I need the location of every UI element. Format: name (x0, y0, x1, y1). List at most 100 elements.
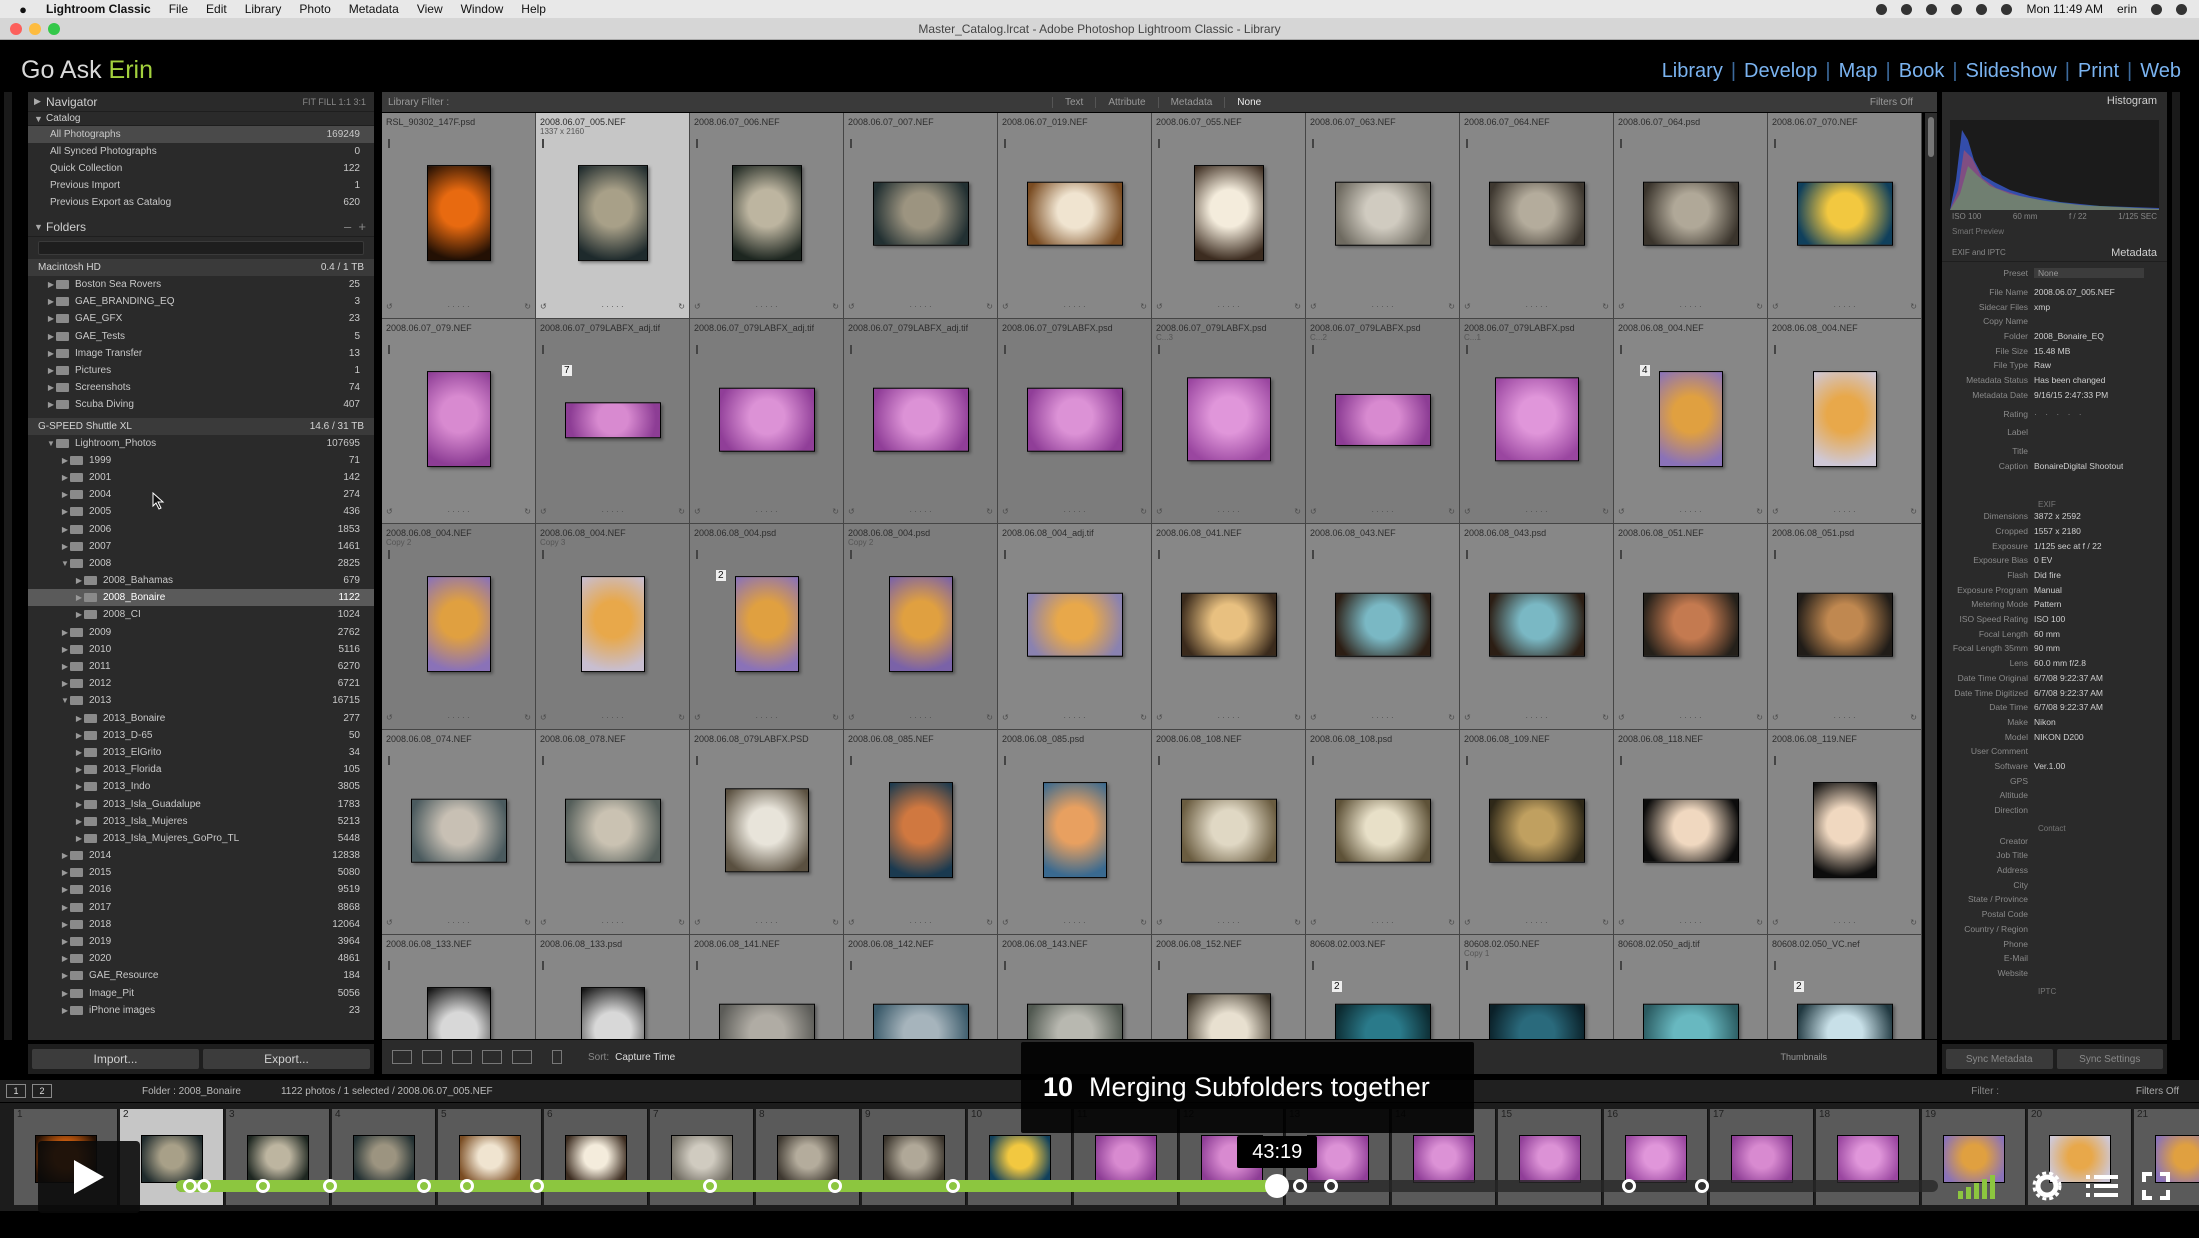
pick-flag-icon[interactable] (696, 755, 703, 765)
folder-item[interactable]: ▶ 2016 9519 (28, 881, 374, 898)
rotate-left-icon[interactable]: ↺ (694, 713, 701, 723)
rotate-left-icon[interactable]: ↺ (1772, 713, 1779, 723)
menu-photo[interactable]: Photo (299, 2, 330, 16)
rotate-right-icon[interactable]: ↻ (524, 302, 531, 312)
rotate-right-icon[interactable]: ↻ (1140, 507, 1147, 517)
photo-thumbnail[interactable] (1334, 592, 1431, 657)
photo-thumbnail[interactable] (1642, 592, 1739, 657)
filmstrip-photo-count[interactable]: 1122 photos / 1 selected / 2008.06.07_00… (281, 1086, 493, 1097)
metadata-field-value[interactable]: 3872 x 2592 (2034, 511, 2081, 521)
pick-flag-icon[interactable] (1466, 961, 1473, 970)
grid-cell[interactable]: 2008.06.07_079LABFX.psd C...1 ↺ · · · · · ↻ (1460, 318, 1614, 524)
rotate-left-icon[interactable]: ↺ (1156, 713, 1163, 723)
pick-flag-icon[interactable] (1466, 755, 1473, 765)
rotate-right-icon[interactable]: ↻ (678, 507, 685, 517)
photo-thumbnail[interactable] (1186, 993, 1271, 1039)
rotate-right-icon[interactable]: ↻ (1294, 302, 1301, 312)
rotate-left-icon[interactable]: ↺ (1002, 302, 1009, 312)
grid-cell[interactable]: 2008.06.08_152.NEF↺· · · · ·↻ (1152, 935, 1306, 1039)
rotate-left-icon[interactable]: ↺ (1310, 507, 1317, 517)
rotate-left-icon[interactable]: ↺ (1618, 918, 1625, 928)
airplay-icon[interactable] (1951, 3, 1963, 15)
people-view-icon[interactable] (512, 1050, 532, 1064)
grid-cell[interactable]: 2008.06.08_004.psd Copy 2 ↺ · · · · · ↻ (844, 524, 998, 730)
video-progress-bar[interactable] (176, 1180, 1938, 1192)
rating-dots[interactable]: · · · · · (1679, 507, 1701, 517)
sort-dropdown[interactable]: Capture Time (615, 1052, 675, 1063)
grid-cell[interactable]: 2008.06.08_004_adj.tif ↺ · · · · · ↻ (998, 524, 1152, 730)
pick-flag-icon[interactable] (542, 550, 549, 559)
chapter-marker[interactable] (255, 1179, 270, 1193)
expand-triangle-icon[interactable]: ▶ (46, 332, 56, 341)
pick-flag-icon[interactable] (850, 755, 857, 765)
photo-thumbnail[interactable] (1042, 781, 1107, 878)
rotate-left-icon[interactable]: ↺ (1618, 302, 1625, 312)
photo-thumbnail[interactable] (426, 165, 491, 262)
pick-flag-icon[interactable] (1158, 344, 1165, 354)
expand-triangle-icon[interactable]: ▶ (60, 490, 70, 499)
expand-triangle-icon[interactable]: ▶ (60, 868, 70, 877)
rotate-left-icon[interactable]: ↺ (1156, 507, 1163, 517)
folder-item[interactable]: ▶ 2007 1461 (28, 538, 374, 555)
rating-dots[interactable]: · · · · · (601, 507, 623, 517)
notification-center-icon[interactable] (2176, 3, 2187, 15)
rotate-right-icon[interactable]: ↻ (832, 507, 839, 517)
photo-thumbnail[interactable] (1642, 1003, 1739, 1039)
pick-flag-icon[interactable] (850, 344, 857, 354)
photo-thumbnail[interactable] (426, 576, 491, 673)
metadata-field-value[interactable]: 90 mm (2034, 643, 2060, 653)
catalog-item[interactable]: All Photographs 169249 (28, 126, 374, 143)
rating-dots[interactable]: · · · · · (1217, 302, 1239, 312)
catalog-item[interactable]: Quick Collection 122 (28, 160, 374, 177)
rating-dots[interactable]: · · · · · (1371, 507, 1393, 517)
pick-flag-icon[interactable] (542, 344, 549, 354)
expand-triangle-icon[interactable]: ▶ (74, 576, 84, 585)
pick-flag-icon[interactable] (696, 961, 703, 970)
folder-item[interactable]: ▶ 2013_D-65 50 (28, 727, 374, 744)
chapter-marker[interactable] (183, 1179, 197, 1193)
photo-thumbnail[interactable] (872, 1003, 969, 1039)
zoom-window-icon[interactable] (48, 23, 60, 35)
metadata-field-value[interactable]: 6/7/08 9:22:37 AM (2034, 702, 2103, 712)
rotate-right-icon[interactable]: ↻ (1448, 507, 1455, 517)
metadata-field-value[interactable]: 15.48 MB (2034, 346, 2070, 356)
rating-dots[interactable]: · · · · · (1525, 302, 1547, 312)
photo-thumbnail[interactable] (1494, 377, 1579, 462)
stack-count-badge[interactable]: 2 (716, 570, 726, 581)
rating-dots[interactable]: · · · · · (1679, 918, 1701, 928)
apple-menu-icon[interactable]: ● (14, 2, 32, 17)
module-web[interactable]: Web (2132, 60, 2189, 83)
filter-none-tab[interactable]: None (1224, 96, 1273, 108)
primary-window-button[interactable]: 1 (6, 1084, 26, 1098)
photo-thumbnail[interactable] (1796, 592, 1893, 657)
catalog-item[interactable]: All Synced Photographs 0 (28, 143, 374, 160)
expand-triangle-icon[interactable]: ▶ (74, 593, 84, 602)
expand-triangle-icon[interactable]: ▶ (60, 662, 70, 671)
rating-dots[interactable]: · · · · · (1371, 918, 1393, 928)
folder-item[interactable]: ▶ 2013_Bonaire 277 (28, 710, 374, 727)
photo-thumbnail[interactable] (1488, 798, 1585, 863)
rotate-right-icon[interactable]: ↻ (524, 713, 531, 723)
folder-item[interactable]: ▶ 2020 4861 (28, 950, 374, 967)
pick-flag-icon[interactable] (1158, 961, 1165, 970)
expand-triangle-icon[interactable]: ▶ (74, 834, 84, 843)
grid-cell[interactable]: 2008.06.07_064.psd ↺ · · · · · ↻ (1614, 113, 1768, 319)
rotate-left-icon[interactable]: ↺ (694, 507, 701, 517)
grid-cell[interactable]: 2008.06.07_070.NEF ↺ · · · · · ↻ (1768, 113, 1922, 319)
catalog-item[interactable]: Previous Import 1 (28, 177, 374, 194)
pick-flag-icon[interactable] (1774, 961, 1781, 970)
rating-dots[interactable]: · · · · · (447, 918, 469, 928)
expand-triangle-icon[interactable]: ▶ (60, 542, 70, 551)
rating-dots[interactable]: · · · · · (1371, 713, 1393, 723)
rotate-right-icon[interactable]: ↻ (1294, 713, 1301, 723)
folder-item[interactable]: ▶ 1999 71 (28, 452, 374, 469)
grid-cell[interactable]: 2008.06.08_118.NEF ↺ · · · · · ↻ (1614, 729, 1768, 935)
rotate-right-icon[interactable]: ↻ (678, 713, 685, 723)
rotate-left-icon[interactable]: ↺ (1002, 918, 1009, 928)
metadata-field-value[interactable]: Did fire (2034, 570, 2061, 580)
module-library[interactable]: Library (1654, 60, 1731, 83)
photo-thumbnail[interactable] (410, 798, 507, 863)
pick-flag-icon[interactable] (1004, 961, 1011, 970)
expand-triangle-icon[interactable]: ▶ (60, 473, 70, 482)
rotate-right-icon[interactable]: ↻ (986, 713, 993, 723)
